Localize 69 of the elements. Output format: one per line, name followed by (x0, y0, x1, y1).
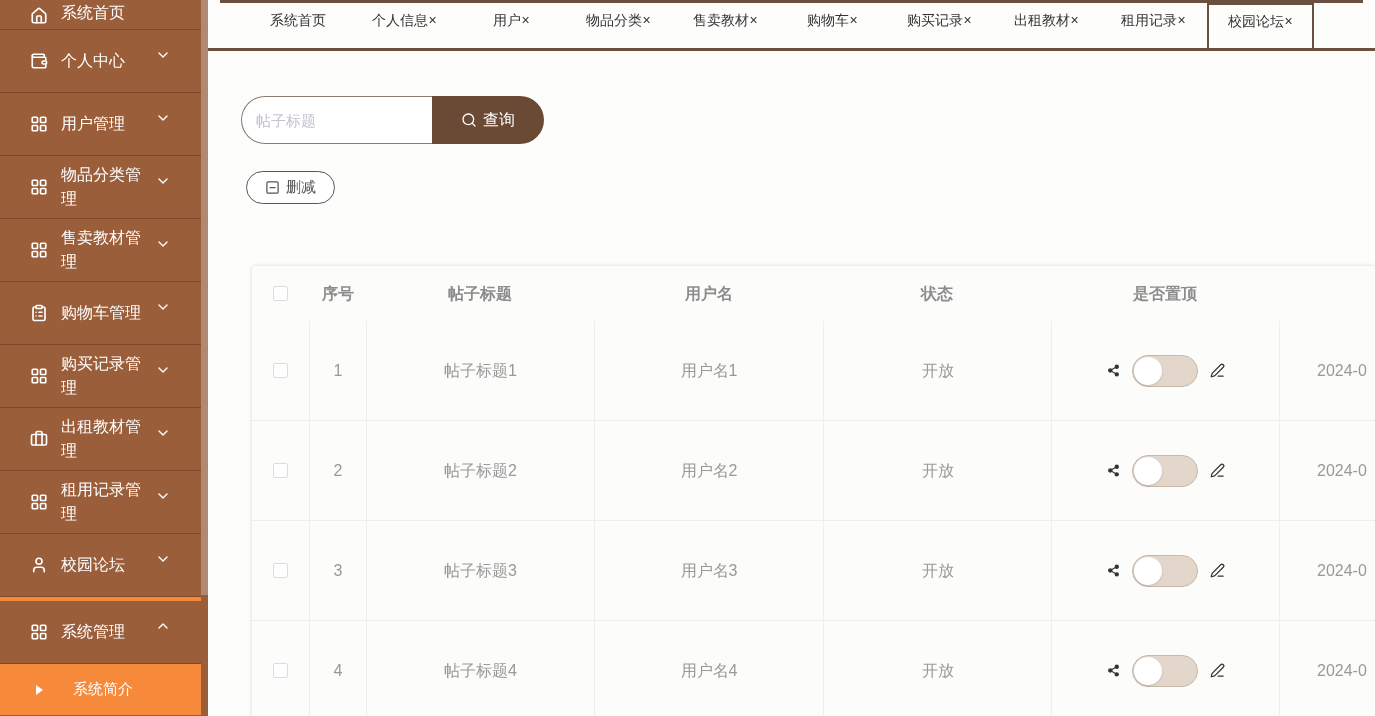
tab[interactable]: 购物车× (779, 3, 886, 38)
table-cell: 开放 (823, 521, 1051, 620)
table-cell: 用户名3 (594, 521, 823, 620)
table-cell: 用户名2 (594, 421, 823, 520)
table-cell: 帖子标题3 (366, 521, 594, 620)
pencil-icon[interactable] (1209, 663, 1225, 678)
home-icon (30, 7, 48, 25)
toggle-switch[interactable] (1131, 354, 1198, 387)
column-header: 是否置顶 (1132, 283, 1198, 304)
table-cell: 1 (309, 321, 366, 420)
briefcase-icon (30, 430, 48, 448)
share-icon[interactable] (1106, 364, 1120, 377)
table-cell: 开放 (823, 321, 1051, 420)
tab[interactable]: 系统首页 (244, 3, 351, 38)
grid-icon (30, 493, 48, 511)
grid-icon (30, 367, 48, 385)
table-cell: 2024-0 (1279, 621, 1375, 716)
table-cell: 开放 (823, 621, 1051, 716)
table-cell: 2024-0 (1279, 521, 1375, 620)
table-cell: 2 (309, 421, 366, 520)
table-cell: 帖子标题1 (366, 321, 594, 420)
share-icon[interactable] (1106, 464, 1120, 477)
grid-icon (30, 623, 48, 641)
table-cell: 帖子标题4 (366, 621, 594, 716)
checkbox[interactable] (273, 663, 288, 678)
table-cell: 3 (309, 521, 366, 620)
tab[interactable]: 个人信息× (351, 3, 458, 38)
toggle-switch[interactable] (1131, 654, 1198, 687)
table-cell: 4 (309, 621, 366, 716)
column-header: 序号 (320, 283, 355, 304)
column-header: 状态 (919, 283, 954, 304)
wallet-icon (30, 52, 48, 70)
grid-icon (30, 115, 48, 133)
table-cell: 2024-0 (1279, 421, 1375, 520)
grid-icon (30, 241, 48, 259)
table-cell: 开放 (823, 421, 1051, 520)
delete-button[interactable]: 删减 (246, 171, 335, 204)
pencil-icon[interactable] (1209, 563, 1225, 578)
share-icon[interactable] (1106, 564, 1120, 577)
tab[interactable]: 售卖教材× (672, 3, 779, 38)
checkbox[interactable] (273, 363, 288, 378)
table-cell: 用户名1 (594, 321, 823, 420)
clipboard-icon (30, 304, 48, 322)
search-button[interactable]: 查询 (432, 96, 544, 144)
caret-icon (36, 684, 43, 695)
tab[interactable]: 租用记录× (1100, 3, 1207, 38)
tab[interactable]: 用户× (458, 3, 565, 38)
pencil-icon[interactable] (1209, 463, 1225, 478)
toggle-switch[interactable] (1131, 454, 1198, 487)
checkbox[interactable] (273, 563, 288, 578)
table-cell: 用户名4 (594, 621, 823, 716)
column-header: 用户名 (683, 283, 734, 304)
table-cell: 帖子标题2 (366, 421, 594, 520)
user-icon (30, 556, 48, 574)
minus-square-icon (265, 180, 280, 195)
search-field[interactable]: 帖子标题 (241, 96, 432, 144)
checkbox[interactable] (273, 286, 288, 301)
tab[interactable]: 物品分类× (565, 3, 672, 38)
checkbox[interactable] (273, 463, 288, 478)
pencil-icon[interactable] (1209, 363, 1225, 378)
share-icon[interactable] (1106, 664, 1120, 677)
tab[interactable]: 校园论坛× (1207, 3, 1314, 48)
tab[interactable]: 出租教材× (993, 3, 1100, 38)
column-header: 帖子标题 (447, 283, 513, 304)
search-icon (461, 112, 477, 128)
table-cell: 2024-0 (1279, 321, 1375, 420)
toggle-switch[interactable] (1131, 554, 1198, 587)
tab[interactable]: 购买记录× (886, 3, 993, 38)
grid-icon (30, 178, 48, 196)
